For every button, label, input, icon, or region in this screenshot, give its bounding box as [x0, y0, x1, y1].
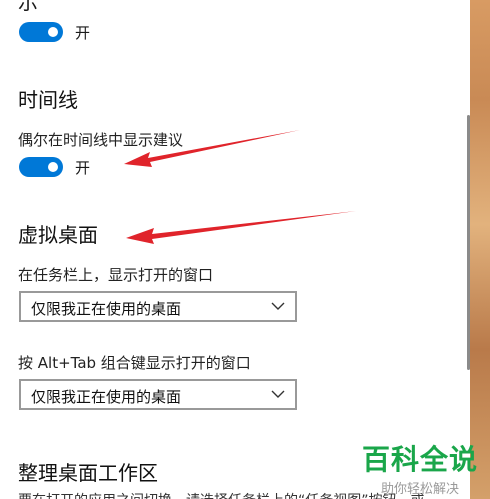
settings-panel: 示 开 时间线 偶尔在时间线中显示建议 开 虚拟桌面 在任务栏上，显示打开的窗口…: [0, 0, 470, 499]
annotation-arrows: [124, 130, 356, 244]
watermark-subtitle: 助你轻松解决: [380, 482, 459, 497]
watermark-title: 百科全说: [362, 443, 479, 476]
arrow-timeline: [124, 130, 300, 167]
arrow-virtual-desktops: [126, 211, 356, 244]
watermark: 百科全说 助你轻松解决: [362, 438, 478, 497]
background-image: [470, 0, 490, 499]
